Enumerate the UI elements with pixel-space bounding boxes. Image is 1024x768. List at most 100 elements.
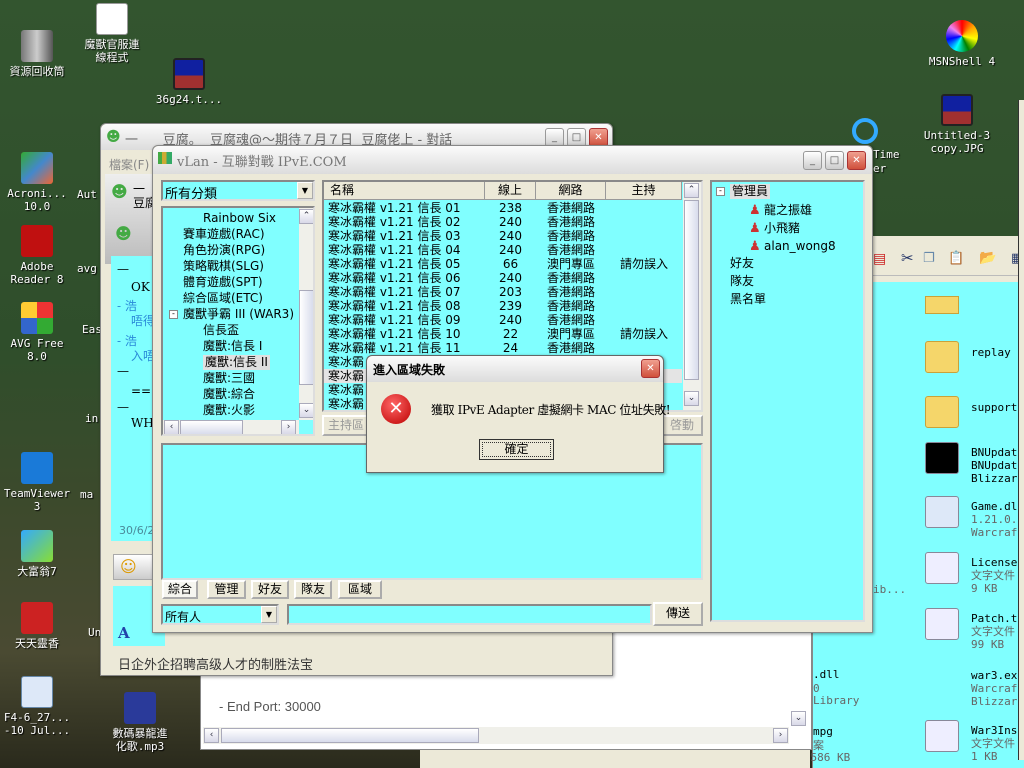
tree-item[interactable]: 魔獸:綜合 — [203, 387, 255, 402]
start-button[interactable]: 啓動 — [661, 415, 703, 436]
close-button[interactable]: ✕ — [847, 151, 866, 170]
tree-item[interactable]: 魔獸:信長 II — [203, 355, 270, 370]
recipient-select[interactable]: 所有人 ▼ — [161, 604, 279, 625]
dialog-close-button[interactable]: ✕ — [641, 359, 660, 378]
desktop-icon-teamviewer[interactable]: TeamViewer 3 — [0, 452, 77, 513]
file-item[interactable]: support — [971, 401, 1017, 414]
scroll-thumb[interactable] — [221, 728, 479, 743]
icon-label[interactable]: in — [85, 412, 98, 425]
desktop-icon-recycle-bin[interactable]: 資源回收筒 — [0, 30, 77, 78]
table-row[interactable]: 寒冰霸權 v1.21 信長 01238香港網路 — [324, 201, 682, 215]
tree-item[interactable]: 賽車遊戲(RAC) — [183, 227, 265, 242]
tree-item[interactable]: 策略戰棋(SLG) — [183, 259, 264, 274]
tree-item[interactable]: 魔獸:信長 I — [203, 339, 262, 354]
column-header-host[interactable]: 主持 — [606, 182, 682, 200]
tree-horizontal-scrollbar[interactable]: ‹ › — [163, 420, 299, 436]
tree-item[interactable]: Rainbow Six — [203, 211, 276, 226]
scroll-thumb[interactable] — [180, 420, 243, 435]
table-row[interactable]: 寒冰霸權 v1.21 信長 09240香港網路 — [324, 313, 682, 327]
vlan-title-bar[interactable]: vLan - 互聯對戰 IPvE.COM — [153, 146, 872, 174]
file-item[interactable]: License文字文件 9 KB — [971, 556, 1017, 595]
maximize-button[interactable]: □ — [825, 151, 844, 170]
table-row[interactable]: 寒冰霸權 v1.21 信長 1022澳門專區請勿誤入 — [324, 327, 682, 341]
scroll-thumb[interactable] — [684, 200, 699, 380]
icon-label[interactable]: Eas — [82, 323, 102, 336]
file-item[interactable]: Patch.t文字文件 99 KB — [971, 612, 1017, 651]
tree-item[interactable]: 體育遊戲(SPT) — [183, 275, 263, 290]
user-item[interactable]: alan_wong8 — [764, 239, 836, 254]
collapse-icon[interactable]: - — [169, 310, 178, 319]
table-vertical-scrollbar[interactable]: ⌃ ⌄ — [683, 182, 701, 410]
ok-button[interactable]: 確定 — [479, 439, 554, 460]
desktop-icon-avg[interactable]: AVG Free 8.0 — [0, 302, 77, 363]
user-item[interactable]: 小飛豬 — [764, 221, 800, 236]
scroll-down-arrow[interactable]: ⌄ — [791, 711, 806, 726]
tab-3[interactable]: 隊友 — [294, 580, 332, 599]
icon-label[interactable]: avg — [77, 262, 97, 275]
user-group-admins[interactable]: 管理員 — [730, 184, 770, 199]
add-contact-icon[interactable]: ☻ — [115, 224, 132, 243]
table-row[interactable]: 寒冰霸權 v1.21 信長 03240香港網路 — [324, 229, 682, 243]
column-header-online[interactable]: 線上 — [485, 182, 536, 200]
user-group[interactable]: 黑名單 — [730, 292, 766, 307]
file-item[interactable]: war3.exeWarcraft Blizzard — [971, 669, 1024, 708]
icon-label[interactable]: er — [873, 162, 886, 175]
dialog-title-bar[interactable]: 進入區域失敗 — [367, 356, 663, 382]
tab-0[interactable]: 綜合 — [162, 580, 198, 599]
desktop-icon-richman7[interactable]: 大富翁7 — [0, 530, 77, 578]
quicktime-icon[interactable] — [852, 118, 878, 144]
tree-item[interactable]: 信長盃 — [203, 323, 239, 338]
tab-4[interactable]: 區域 — [338, 580, 382, 599]
font-button[interactable]: A — [118, 624, 130, 642]
collapse-icon[interactable]: - — [716, 187, 725, 196]
scroll-down-arrow[interactable]: ⌄ — [684, 391, 699, 406]
scroll-up-arrow[interactable]: ⌃ — [684, 183, 699, 198]
copy-icon[interactable]: ❐ — [923, 251, 935, 266]
tab-2[interactable]: 好友 — [251, 580, 289, 599]
tab-1[interactable]: 管理 — [207, 580, 246, 599]
file-item[interactable]: Game.dl1.21.0. Warcraf — [971, 500, 1017, 539]
tree-vertical-scrollbar[interactable]: ⌃ ⌄ — [299, 208, 315, 420]
tree-item[interactable]: 魔獸:三國 — [203, 371, 255, 386]
status-ad-link[interactable]: 日企外企招聘高级人才的制胜法宝 — [118, 654, 313, 673]
tree-item[interactable]: 魔獸爭霸 III (WAR3) — [183, 307, 294, 322]
dropdown-arrow-icon[interactable]: ▼ — [297, 182, 313, 199]
tree-item[interactable]: 角色扮演(RPG) — [183, 243, 265, 258]
table-row[interactable]: 寒冰霸權 v1.21 信長 08239香港網路 — [324, 299, 682, 313]
desktop-icon-untitled-3[interactable]: Untitled-3 copy.JPG — [917, 94, 997, 155]
scroll-right-arrow[interactable]: › — [281, 420, 296, 435]
user-item[interactable]: 龍之振雄 — [764, 203, 812, 218]
scroll-left-arrow[interactable]: ‹ — [164, 420, 179, 435]
horizontal-scrollbar[interactable]: ‹ › — [203, 727, 789, 744]
send-button[interactable]: 傳送 — [653, 602, 703, 626]
scroll-up-arrow[interactable]: ⌃ — [299, 209, 314, 224]
paste-icon[interactable]: 📋 — [948, 251, 964, 266]
tree-item[interactable]: 魔獸:火影 — [203, 403, 255, 418]
minimize-button[interactable]: _ — [803, 151, 822, 170]
icon-label[interactable]: Time — [873, 148, 900, 161]
file-item[interactable]: BNUpdat BNUpdat Blizzar — [971, 446, 1017, 485]
user-group[interactable]: 隊友 — [730, 274, 754, 289]
table-row[interactable]: 寒冰霸權 v1.21 信長 07203香港網路 — [324, 285, 682, 299]
table-row[interactable]: 寒冰霸權 v1.21 信長 1124香港網路 — [324, 341, 682, 355]
table-row[interactable]: 寒冰霸權 v1.21 信長 04240香港網路 — [324, 243, 682, 257]
file-item[interactable]: replay — [971, 346, 1011, 359]
desktop-icon-36g24[interactable]: 36g24.t... — [149, 58, 229, 106]
desktop-icon-mp3[interactable]: 數碼暴龍進 化歌.mp3 — [100, 692, 180, 753]
column-header-name[interactable]: 名稱 — [324, 182, 485, 200]
host-room-button[interactable]: 主持區 — [322, 415, 372, 436]
menu-file[interactable]: 檔案(F) — [109, 156, 149, 173]
scroll-right-arrow[interactable]: › — [773, 728, 788, 743]
desktop-icon-adobe-reader[interactable]: Adobe Reader 8 — [0, 225, 77, 286]
table-row[interactable]: 寒冰霸權 v1.21 信長 02240香港網路 — [324, 215, 682, 229]
dropdown-arrow-icon[interactable]: ▼ — [261, 606, 277, 623]
user-group[interactable]: 好友 — [730, 256, 754, 271]
desktop-icon-acronis[interactable]: Acroni... 10.0 — [0, 152, 77, 213]
icon-label[interactable]: ma — [80, 488, 93, 501]
file-item[interactable]: War3Inst文字文件 1 KB — [971, 724, 1024, 763]
folder-options-icon[interactable]: 📂 — [979, 250, 996, 266]
category-select[interactable]: 所有分類 ▼ — [161, 180, 315, 201]
scroll-down-arrow[interactable]: ⌄ — [299, 403, 314, 418]
properties-icon[interactable]: ▤ — [873, 251, 886, 267]
column-header-network[interactable]: 網路 — [536, 182, 606, 200]
